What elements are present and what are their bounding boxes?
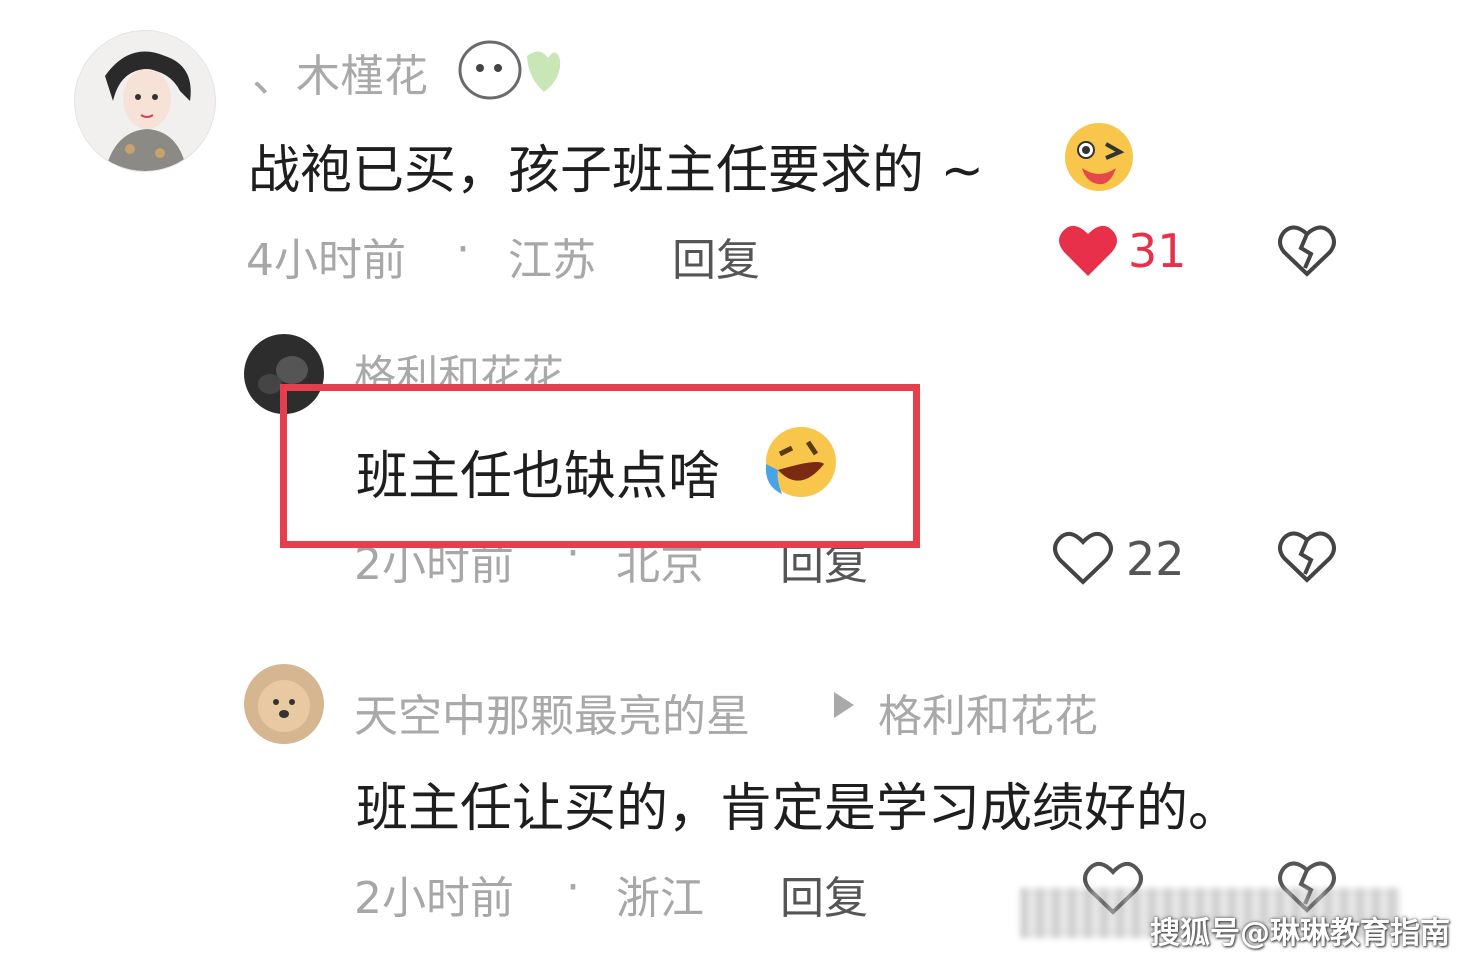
comment-username[interactable]: 、木槿花 [252, 40, 428, 104]
reply-arrow-icon [834, 692, 854, 718]
reply-to-username[interactable]: 格利和花花 [878, 680, 1098, 744]
avatar[interactable] [74, 30, 216, 172]
heart-filled-icon[interactable] [1058, 222, 1118, 278]
reply-button[interactable]: 回复 [780, 548, 868, 584]
comment-username[interactable]: 格利和花花 [354, 346, 564, 384]
bear-sticker-icon [452, 38, 561, 100]
meta-separator: · [566, 548, 580, 579]
like-count: 31 [1128, 224, 1187, 278]
comment-location: 江苏 [508, 235, 596, 286]
avatar-dog-photo [258, 680, 310, 732]
comment-text: 班主任也缺点啥 [356, 447, 721, 507]
comment-location: 浙江 [616, 873, 704, 924]
reply-avatar[interactable] [244, 664, 324, 744]
wink-tongue-emoji-icon [1062, 122, 1136, 192]
comment-text: 班主任让买的，肯定是学习成绩好的。 [356, 779, 1241, 839]
comment-time: 2小时前 [354, 548, 514, 584]
comment-username[interactable]: 天空中那颗最亮的星 [354, 680, 750, 744]
rolling-laughing-emoji-icon [762, 424, 840, 500]
reply-button[interactable]: 回复 [672, 224, 760, 288]
meta-row-clipped: 2小时前 · 北京 回复 [354, 548, 914, 584]
comment-time: 2小时前 [354, 873, 514, 924]
comment-text: 战袍已买，孩子班主任要求的 ~ [248, 141, 985, 201]
meta-separator: · [566, 862, 580, 913]
reply-button[interactable]: 回复 [780, 862, 868, 926]
dislike-broken-heart-icon[interactable] [1276, 528, 1338, 584]
comment-time: 4小时前 [246, 235, 406, 286]
heart-outline-icon[interactable] [1052, 528, 1114, 586]
like-count: 22 [1126, 532, 1185, 586]
dislike-broken-heart-icon[interactable] [1276, 222, 1338, 278]
meta-separator: · [456, 224, 470, 275]
comment-location: 北京 [616, 548, 704, 584]
watermark-text: 搜狐号@琳琳教育指南 [1150, 916, 1450, 951]
avatar-girl-illustration [105, 51, 191, 171]
